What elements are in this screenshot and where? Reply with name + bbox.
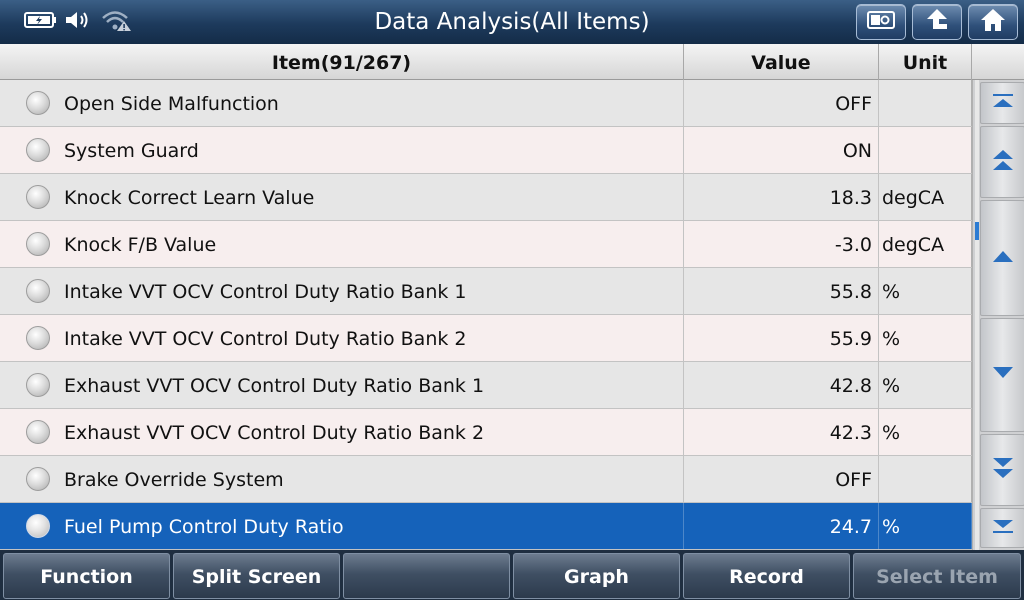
- table-row[interactable]: Open Side Malfunction OFF: [0, 80, 972, 127]
- function-button[interactable]: Function: [3, 553, 170, 599]
- line-up-icon: [991, 248, 1015, 268]
- back-up-icon: [923, 7, 951, 37]
- row-item-name: Exhaust VVT OCV Control Duty Ratio Bank …: [0, 362, 684, 408]
- page-down-button[interactable]: [980, 434, 1024, 506]
- scroll-bottom-button[interactable]: [980, 508, 1024, 548]
- row-unit: %: [879, 409, 972, 455]
- line-down-button[interactable]: [980, 318, 1024, 432]
- row-value: 24.7: [684, 503, 879, 549]
- scroll-top-button[interactable]: [980, 82, 1024, 124]
- row-value: OFF: [684, 80, 879, 126]
- table-row[interactable]: Brake Override System OFF: [0, 456, 972, 503]
- row-item-name: System Guard: [0, 127, 684, 173]
- row-unit: [879, 127, 972, 173]
- page-up-icon: [991, 147, 1015, 177]
- row-item-name: Fuel Pump Control Duty Ratio: [0, 503, 684, 549]
- graph-button[interactable]: Graph: [513, 553, 680, 599]
- toolbar-buttons: [856, 4, 1018, 40]
- row-value: 42.8: [684, 362, 879, 408]
- row-unit: %: [879, 503, 972, 549]
- row-item-name: Open Side Malfunction: [0, 80, 684, 126]
- screenshot-icon: [866, 9, 896, 35]
- scroll-top-icon: [991, 92, 1015, 114]
- row-item-name: Knock Correct Learn Value: [0, 174, 684, 220]
- column-header-blank: [972, 44, 1024, 80]
- table-row[interactable]: Exhaust VVT OCV Control Duty Ratio Bank …: [0, 362, 972, 409]
- row-unit: %: [879, 315, 972, 361]
- table-row[interactable]: Exhaust VVT OCV Control Duty Ratio Bank …: [0, 409, 972, 456]
- back-button[interactable]: [912, 4, 962, 40]
- column-header-item[interactable]: Item(91/267): [0, 44, 684, 80]
- row-value: ON: [684, 127, 879, 173]
- scrollbar-thumb[interactable]: [975, 222, 979, 240]
- row-value: 42.3: [684, 409, 879, 455]
- scroll-bottom-icon: [991, 517, 1015, 539]
- row-unit: [879, 80, 972, 126]
- table-row[interactable]: System Guard ON: [0, 127, 972, 174]
- row-item-name: Intake VVT OCV Control Duty Ratio Bank 2: [0, 315, 684, 361]
- page-down-icon: [991, 455, 1015, 485]
- home-button[interactable]: [968, 4, 1018, 40]
- blank-button[interactable]: [343, 553, 510, 599]
- scrollbar-track[interactable]: [975, 80, 979, 550]
- record-button[interactable]: Record: [683, 553, 850, 599]
- page-up-button[interactable]: [980, 126, 1024, 198]
- table-row[interactable]: Knock Correct Learn Value 18.3 degCA: [0, 174, 972, 221]
- line-up-button[interactable]: [980, 200, 1024, 316]
- column-header-value[interactable]: Value: [684, 44, 879, 80]
- row-value: 18.3: [684, 174, 879, 220]
- data-table: Open Side Malfunction OFF System Guard O…: [0, 80, 972, 550]
- row-item-name: Knock F/B Value: [0, 221, 684, 267]
- table-row-selected[interactable]: Fuel Pump Control Duty Ratio 24.7 %: [0, 503, 972, 550]
- table-row[interactable]: Intake VVT OCV Control Duty Ratio Bank 2…: [0, 315, 972, 362]
- row-value: 55.8: [684, 268, 879, 314]
- row-unit: %: [879, 362, 972, 408]
- home-icon: [979, 7, 1007, 37]
- table-header: Item(91/267) Value Unit: [0, 44, 1024, 80]
- title-bar: Data Analysis(All Items): [0, 0, 1024, 44]
- select-item-button[interactable]: Select Item: [853, 553, 1021, 599]
- row-unit: degCA: [879, 174, 972, 220]
- row-value: 55.9: [684, 315, 879, 361]
- row-item-name: Exhaust VVT OCV Control Duty Ratio Bank …: [0, 409, 684, 455]
- table-row[interactable]: Knock F/B Value -3.0 degCA: [0, 221, 972, 268]
- row-value: -3.0: [684, 221, 879, 267]
- row-unit: %: [879, 268, 972, 314]
- scroll-panel: [972, 80, 1024, 550]
- column-header-unit[interactable]: Unit: [879, 44, 972, 80]
- row-unit: degCA: [879, 221, 972, 267]
- line-down-icon: [991, 365, 1015, 385]
- row-value: OFF: [684, 456, 879, 502]
- row-item-name: Brake Override System: [0, 456, 684, 502]
- split-screen-button[interactable]: Split Screen: [173, 553, 340, 599]
- bottom-toolbar: Function Split Screen Graph Record Selec…: [0, 550, 1024, 600]
- row-item-name: Intake VVT OCV Control Duty Ratio Bank 1: [0, 268, 684, 314]
- screenshot-button[interactable]: [856, 4, 906, 40]
- table-row[interactable]: Intake VVT OCV Control Duty Ratio Bank 1…: [0, 268, 972, 315]
- row-unit: [879, 456, 972, 502]
